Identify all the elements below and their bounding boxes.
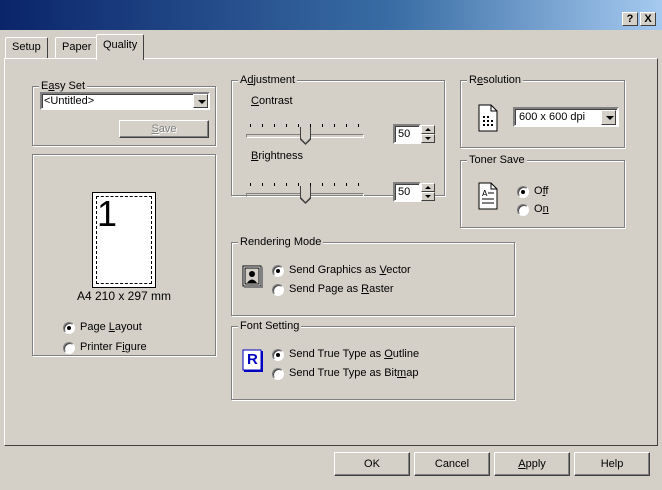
truetype-font-icon: R [241,347,265,372]
help-button[interactable]: ? [622,12,638,26]
page-preview: 1 [92,192,156,288]
brightness-slider[interactable] [246,179,366,204]
printer-figure-radio[interactable] [63,342,75,354]
font-outline-label: Send True Type as Outline [289,348,420,360]
printer-figure-label: Printer Figure [80,341,147,353]
tab-paper[interactable]: Paper [55,37,99,59]
page-layout-label: Page Layout [80,321,142,333]
easy-set-value: <Untitled> [44,95,95,107]
contrast-spinner[interactable] [421,125,435,143]
toner-off-label: Off [534,185,549,197]
page-number: 1 [97,193,118,234]
toner-document-icon: A [476,182,500,210]
tab-quality[interactable]: Quality [96,34,145,60]
toner-save-title: Toner Save [467,154,527,166]
paper-size-label: A4 210 x 297 mm [76,289,172,303]
font-setting-title: Font Setting [238,320,302,332]
font-bitmap-label: Send True Type as Bitmap [289,367,419,379]
close-button[interactable]: X [640,12,656,26]
font-bitmap-radio[interactable] [272,368,284,380]
rendering-mode-group: Rendering Mode [231,236,515,316]
contrast-value-input[interactable]: 50 [393,124,421,144]
render-vector-radio[interactable] [272,265,284,277]
resolution-dots-icon [476,104,500,132]
graphics-render-icon [241,263,265,288]
toner-on-radio[interactable] [517,204,529,216]
resolution-select[interactable]: 600 x 600 dpi [513,107,619,127]
render-raster-label: Send Page as Raster [289,283,394,295]
easy-set-title: Easy Set [39,80,88,92]
chevron-down-icon[interactable] [193,94,208,108]
apply-button[interactable]: Apply [494,452,570,476]
contrast-slider[interactable] [246,120,366,145]
toner-off-radio[interactable] [517,186,529,198]
save-button[interactable]: Save [119,120,209,138]
render-raster-radio[interactable] [272,284,284,296]
title-bar [0,0,662,30]
brightness-value-input[interactable]: 50 [393,182,421,202]
ok-button[interactable]: OK [334,452,410,476]
toner-on-label: On [534,203,549,215]
adjustment-title: Adjustment [238,74,298,86]
chevron-down-icon[interactable] [601,110,616,125]
help-button-footer[interactable]: Help [574,452,650,476]
font-outline-radio[interactable] [272,349,284,361]
tab-setup[interactable]: Setup [5,37,48,59]
render-vector-label: Send Graphics as Vector [289,264,411,276]
brightness-label: Brightness [251,150,303,162]
easy-set-select[interactable]: <Untitled> [40,92,210,110]
font-setting-group: Font Setting [231,320,515,400]
resolution-title: Resolution [467,74,523,86]
svg-text:A: A [482,189,488,198]
contrast-label: Contrast [251,95,293,107]
rendering-mode-title: Rendering Mode [238,236,324,248]
cancel-button[interactable]: Cancel [414,452,490,476]
resolution-value: 600 x 600 dpi [519,111,586,123]
page-layout-radio[interactable] [63,322,75,334]
brightness-spinner[interactable] [421,183,435,201]
